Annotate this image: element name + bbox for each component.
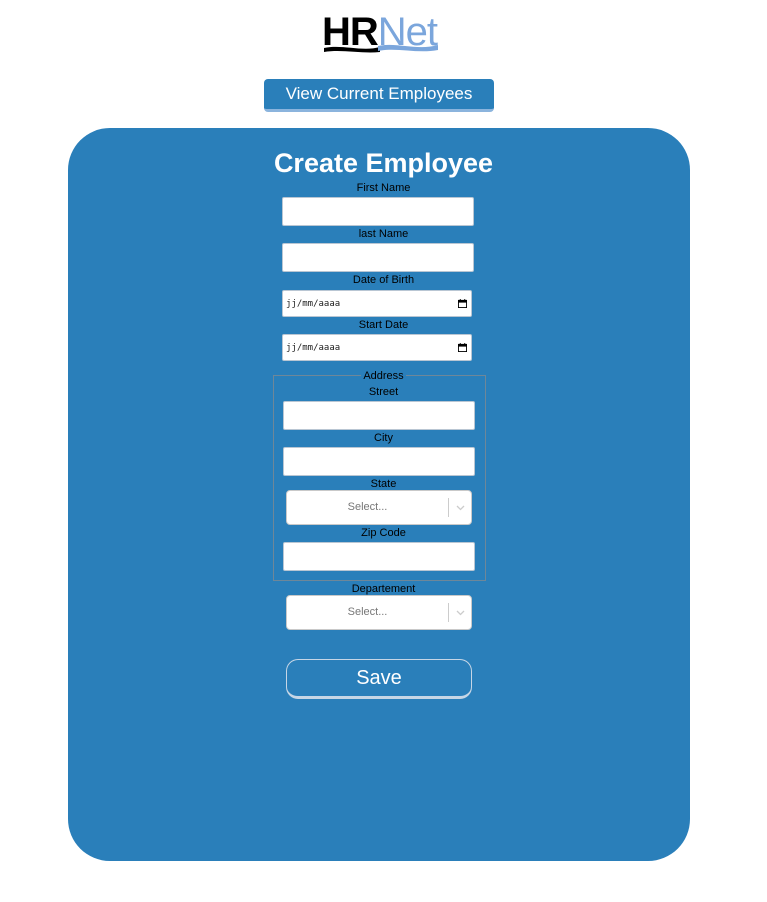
street-input[interactable] (283, 401, 475, 430)
date-of-birth-placeholder: jj/mm/aaaa (286, 298, 341, 309)
last-name-label: last Name (358, 228, 409, 240)
city-input[interactable] (283, 447, 475, 476)
first-name-input[interactable] (282, 197, 474, 226)
hrnet-logo: HRNet (322, 10, 440, 56)
zip-code-label: Zip Code (361, 527, 406, 539)
last-name-input[interactable] (282, 243, 474, 272)
first-name-label: First Name (356, 182, 411, 194)
view-current-employees-button[interactable]: View Current Employees (264, 79, 494, 112)
street-label: Street (368, 386, 399, 398)
state-select[interactable]: Select... (286, 490, 472, 525)
zip-code-input[interactable] (283, 542, 475, 571)
start-date-label: Start Date (358, 319, 409, 331)
start-date-input[interactable]: jj/mm/aaaa (282, 334, 472, 361)
department-select-placeholder: Select... (347, 606, 388, 618)
calendar-icon[interactable] (458, 343, 467, 352)
department-select-toggle[interactable] (449, 596, 471, 629)
state-select-placeholder: Select... (347, 501, 388, 513)
date-of-birth-label: Date of Birth (352, 274, 415, 286)
start-date-placeholder: jj/mm/aaaa (286, 342, 341, 353)
address-legend: Address (361, 370, 406, 382)
address-legend-row: Address (0, 370, 767, 383)
page-title: Create Employee (273, 148, 494, 178)
date-of-birth-input[interactable]: jj/mm/aaaa (282, 290, 472, 317)
calendar-icon[interactable] (458, 299, 467, 308)
logo-swoosh-icon (324, 44, 438, 53)
department-select[interactable]: Select... (286, 595, 472, 630)
save-button[interactable]: Save (286, 659, 472, 699)
city-label: City (374, 432, 393, 444)
chevron-down-icon (456, 610, 464, 615)
chevron-down-icon (456, 505, 464, 510)
state-select-toggle[interactable] (449, 491, 471, 524)
